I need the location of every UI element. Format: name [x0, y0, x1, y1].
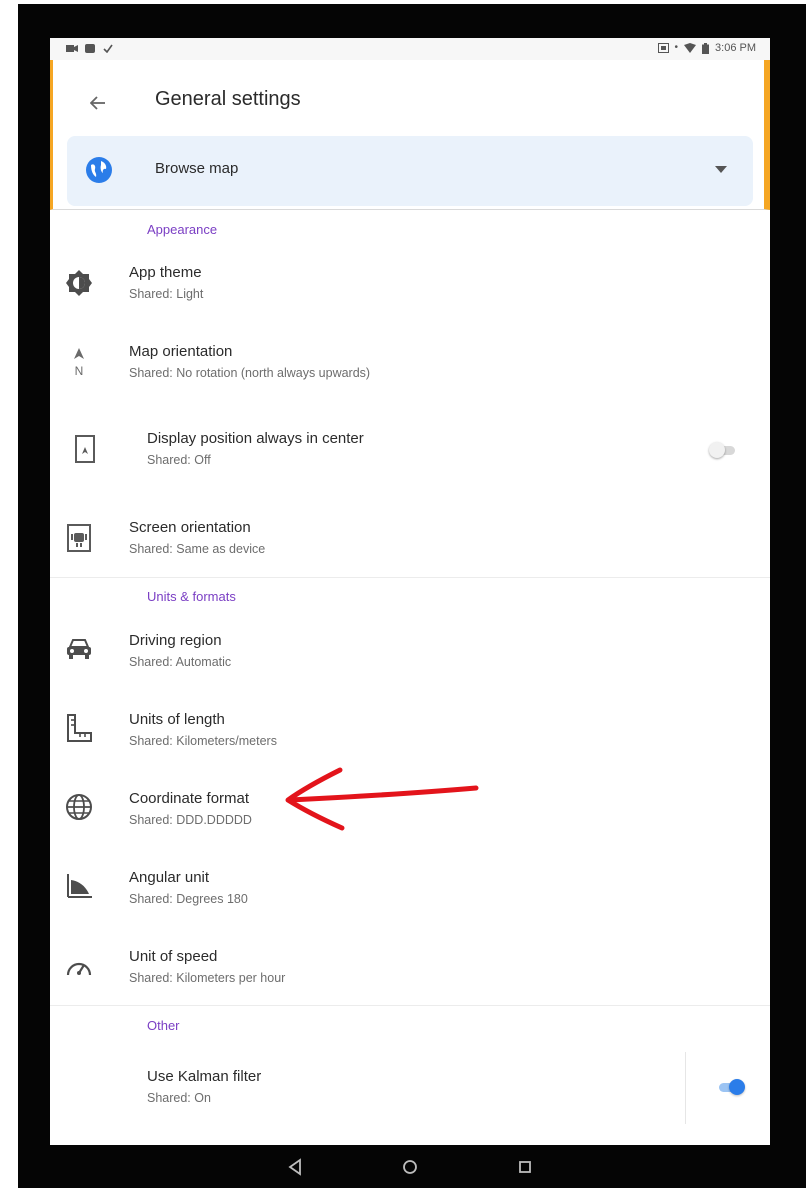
- display-position-toggle[interactable]: [709, 442, 739, 458]
- status-system: • 3:06 PM: [657, 42, 756, 54]
- section-divider: [50, 1005, 770, 1006]
- clock: 3:06 PM: [715, 42, 756, 54]
- arrow-back-icon: [90, 96, 105, 110]
- nav-home-icon[interactable]: [400, 1157, 420, 1177]
- setting-subtitle: Shared: Off: [147, 453, 211, 467]
- setting-subtitle: Shared: Light: [129, 287, 204, 301]
- setting-subtitle: Shared: No rotation (north always upward…: [129, 366, 371, 380]
- profile-label: Browse map: [155, 160, 239, 177]
- setting-title: Map orientation: [129, 343, 233, 360]
- dropdown-arrow-icon: [715, 166, 727, 173]
- setting-subtitle: Shared: Kilometers/meters: [129, 734, 277, 748]
- setting-subtitle: Shared: Automatic: [129, 655, 232, 669]
- theme-icon: [64, 268, 94, 298]
- dot-icon: •: [674, 42, 679, 53]
- setting-title: Use Kalman filter: [147, 1068, 262, 1085]
- screen-rotation-icon: [64, 523, 94, 553]
- setting-subtitle: Shared: Kilometers per hour: [129, 971, 286, 985]
- section-header-other: Other: [147, 1018, 180, 1033]
- car-icon: [64, 634, 94, 664]
- setting-title: Driving region: [129, 632, 222, 649]
- setting-subtitle: Shared: DDD.DDDDD: [129, 813, 252, 827]
- system-nav-bar: [50, 1145, 770, 1188]
- toggle-thumb: [729, 1079, 745, 1095]
- setting-title: Unit of speed: [129, 948, 218, 965]
- speedometer-icon: [64, 952, 94, 982]
- check-notification-icon: [103, 44, 113, 53]
- ruler-icon: [64, 713, 94, 743]
- annotation-arrow: [285, 767, 479, 831]
- setting-title: Screen orientation: [129, 519, 251, 536]
- section-divider: [50, 577, 770, 578]
- status-notifications: [66, 43, 113, 54]
- kalman-filter-toggle[interactable]: [717, 1079, 747, 1095]
- setting-subtitle: Shared: Degrees 180: [129, 892, 248, 906]
- nfc-icon: [657, 43, 669, 53]
- status-bar: • 3:06 PM: [50, 38, 770, 60]
- page-title: General settings: [155, 88, 301, 110]
- globe-grid-icon: [64, 792, 94, 822]
- setting-title: Display position always in center: [147, 430, 364, 447]
- setting-unit-of-speed[interactable]: Unit of speed Shared: Kilometers per hou…: [50, 944, 770, 1006]
- setting-map-orientation[interactable]: N Map orientation Shared: No rotation (n…: [50, 339, 770, 401]
- section-header-units: Units & formats: [147, 589, 236, 604]
- setting-subtitle: Shared: Same as device: [129, 542, 266, 556]
- compass-north-icon: N: [64, 347, 94, 377]
- setting-title: App theme: [129, 264, 202, 281]
- battery-icon: [702, 42, 710, 54]
- setting-kalman-filter[interactable]: Use Kalman filter Shared: On: [50, 1052, 770, 1132]
- profile-dropdown[interactable]: Browse map: [67, 136, 753, 206]
- nav-back-icon[interactable]: [285, 1157, 305, 1177]
- setting-angular-unit[interactable]: Angular unit Shared: Degrees 180: [50, 865, 770, 927]
- device-screen: • 3:06 PM General settings Browse map Ap…: [50, 38, 770, 1145]
- setting-display-position-center[interactable]: Display position always in center Shared…: [50, 426, 770, 496]
- setting-subtitle: Shared: On: [147, 1091, 211, 1105]
- app-bar: General settings Browse map: [50, 60, 770, 210]
- section-header-appearance: Appearance: [147, 222, 218, 237]
- app-notification-icon: [85, 44, 95, 53]
- setting-driving-region[interactable]: Driving region Shared: Automatic: [50, 628, 770, 690]
- wifi-icon: [684, 43, 697, 53]
- globe-icon: [86, 157, 112, 183]
- setting-title: Coordinate format: [129, 790, 250, 807]
- nav-recents-icon[interactable]: [515, 1157, 535, 1177]
- video-notification-icon: [66, 45, 78, 52]
- setting-title: Angular unit: [129, 869, 210, 886]
- back-button[interactable]: [81, 86, 115, 120]
- setting-title: Units of length: [129, 711, 225, 728]
- svg-text:N: N: [75, 364, 84, 377]
- toggle-thumb: [709, 442, 725, 458]
- setting-app-theme[interactable]: App theme Shared: Light: [50, 260, 770, 322]
- vertical-divider: [685, 1052, 686, 1124]
- angle-icon: [64, 871, 94, 901]
- setting-screen-orientation[interactable]: Screen orientation Shared: Same as devic…: [50, 515, 770, 577]
- center-position-icon: [70, 434, 100, 464]
